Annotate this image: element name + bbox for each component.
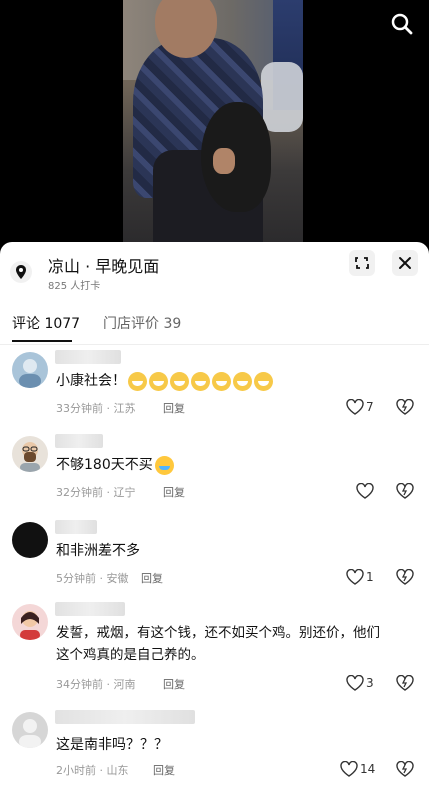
close-icon[interactable] (392, 250, 418, 276)
reply-button[interactable]: 回复 (163, 484, 185, 500)
comments-sheet: 凉山 · 早晚见面 825 人打卡 评论 1077 门店评价 39 小康社会！ … (0, 242, 429, 800)
comment-meta: 33分钟前 · 江苏 (56, 402, 136, 415)
heart-icon[interactable] (356, 482, 374, 503)
video-frame (123, 0, 303, 245)
reply-button[interactable]: 回复 (153, 762, 175, 778)
avatar[interactable] (12, 352, 48, 388)
reply-button[interactable]: 回复 (163, 400, 185, 416)
comment-text: 和非洲差不多 (56, 543, 140, 559)
username-blurred (55, 602, 125, 616)
username-blurred (55, 710, 195, 724)
search-icon[interactable] (390, 12, 414, 36)
username-blurred (55, 520, 97, 534)
broken-heart-icon[interactable] (396, 482, 414, 503)
location-name[interactable]: 凉山 · 早晚见面 (48, 253, 159, 277)
video-area[interactable] (0, 0, 429, 245)
heart-icon[interactable] (346, 674, 364, 695)
comment-meta: 2小时前 · 山东 (56, 764, 129, 777)
like-count: 7 (366, 400, 374, 414)
like-count: 14 (360, 762, 376, 776)
comment-meta: 5分钟前 · 安徽 (56, 572, 129, 585)
like-count: 3 (366, 676, 374, 690)
heart-icon[interactable] (340, 760, 358, 781)
comment-text: 发誓，戒烟，有这个钱，还不如买个鸡。别还价，他们 这个鸡真的是自己养的。 (56, 625, 380, 663)
reply-button[interactable]: 回复 (163, 676, 185, 692)
collapse-icon[interactable] (349, 250, 375, 276)
tab-store-reviews[interactable]: 门店评价 39 (103, 313, 181, 333)
comment-text: 这是南非吗？？？ (56, 737, 168, 753)
checkin-count: 825 人打卡 (48, 281, 101, 292)
broken-heart-icon[interactable] (396, 398, 414, 419)
heart-icon[interactable] (346, 398, 364, 419)
reply-button[interactable]: 回复 (141, 570, 163, 586)
heart-icon[interactable] (346, 568, 364, 589)
avatar[interactable] (12, 712, 48, 748)
comment-text: 小康社会！ (56, 370, 273, 392)
broken-heart-icon[interactable] (396, 674, 414, 695)
comment-text: 不够180天不买 (56, 454, 174, 476)
username-blurred (55, 350, 121, 364)
location-pin-icon (10, 261, 32, 283)
comment-meta: 34分钟前 · 河南 (56, 678, 136, 691)
comment-tabs: 评论 1077 门店评价 39 (0, 302, 429, 345)
comment-meta: 32分钟前 · 辽宁 (56, 486, 136, 499)
broken-heart-icon[interactable] (396, 760, 414, 781)
like-count: 1 (366, 570, 374, 584)
broken-heart-icon[interactable] (396, 568, 414, 589)
avatar[interactable] (12, 436, 48, 472)
avatar[interactable] (12, 522, 48, 558)
username-blurred (55, 434, 103, 448)
avatar[interactable] (12, 604, 48, 640)
active-tab-indicator (12, 340, 72, 342)
tab-comments[interactable]: 评论 1077 (12, 313, 80, 333)
